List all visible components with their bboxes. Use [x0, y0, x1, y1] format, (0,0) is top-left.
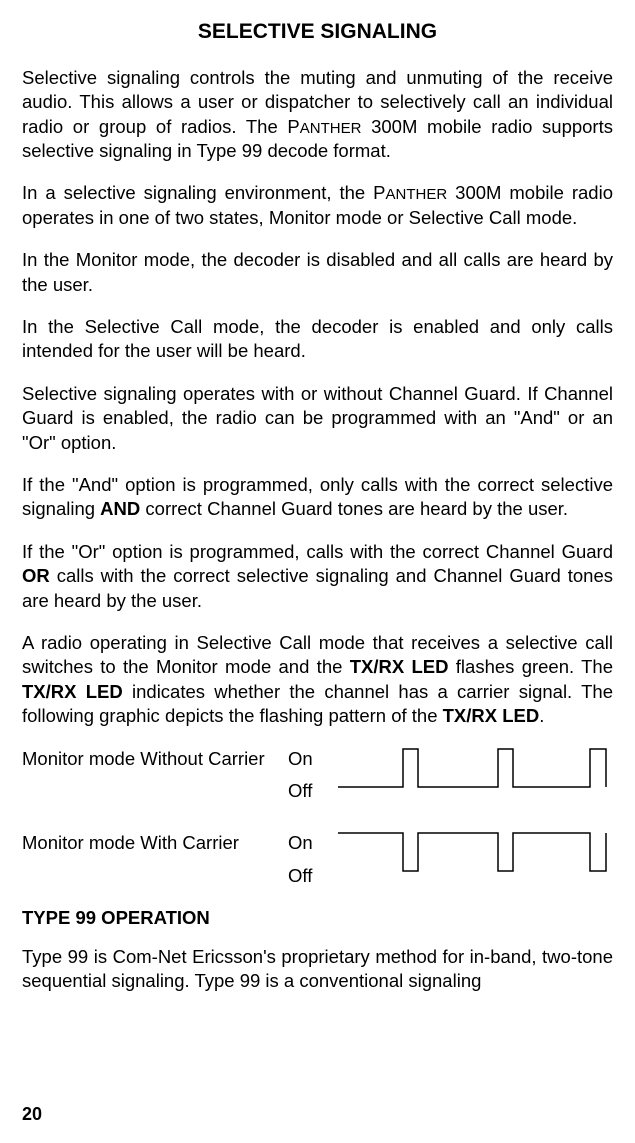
- paragraph-4: In the Selective Call mode, the decoder …: [22, 315, 613, 364]
- paragraph-6: If the "And" option is programmed, only …: [22, 473, 613, 522]
- page-number: 20: [22, 1103, 42, 1127]
- diagram-2-on-label: On: [288, 831, 338, 855]
- waveform-without-carrier: [338, 747, 613, 803]
- diagram-2-label: Monitor mode With Carrier: [22, 831, 288, 855]
- paragraph-2-text-a: In a selective signaling environment, th…: [22, 182, 373, 203]
- paragraph-9: Type 99 is Com-Net Ericsson's proprietar…: [22, 945, 613, 994]
- paragraph-7: If the "Or" option is programmed, calls …: [22, 540, 613, 613]
- brand-panther-p-2: P: [373, 182, 385, 203]
- paragraph-8-bold-3: TX/RX LED: [443, 705, 540, 726]
- brand-panther-p: P: [287, 116, 299, 137]
- paragraph-7-bold: OR: [22, 565, 50, 586]
- paragraph-7-text-a: If the "Or" option is programmed, calls …: [22, 541, 613, 562]
- paragraph-8: A radio operating in Selective Call mode…: [22, 631, 613, 729]
- paragraph-2: In a selective signaling environment, th…: [22, 181, 613, 230]
- diagram-1-label: Monitor mode Without Carrier: [22, 747, 288, 771]
- heading-type-99-operation: TYPE 99 OPERATION: [22, 906, 613, 930]
- diagram-2-off-label: Off: [288, 864, 338, 888]
- paragraph-8-text-d: .: [539, 705, 544, 726]
- paragraph-8-text-b: flashes green. The: [448, 656, 613, 677]
- led-timing-diagram: Monitor mode Without Carrier On Off Moni…: [22, 747, 613, 889]
- paragraph-8-bold-1: TX/RX LED: [350, 656, 449, 677]
- paragraph-3: In the Monitor mode, the decoder is disa…: [22, 248, 613, 297]
- brand-panther-anther-2: ANTHER: [386, 186, 448, 203]
- paragraph-1: Selective signaling controls the muting …: [22, 66, 613, 164]
- paragraph-5: Selective signaling operates with or wit…: [22, 382, 613, 455]
- heading-selective-signaling: SELECTIVE SIGNALING: [22, 18, 613, 46]
- paragraph-8-bold-2: TX/RX LED: [22, 681, 123, 702]
- diagram-1-off-label: Off: [288, 779, 338, 803]
- paragraph-6-bold: AND: [100, 498, 140, 519]
- diagram-1-on-label: On: [288, 747, 338, 771]
- paragraph-7-text-c: calls with the correct selective signali…: [22, 565, 613, 610]
- paragraph-6-text-c: correct Channel Guard tones are heard by…: [140, 498, 568, 519]
- waveform-with-carrier: [338, 831, 613, 887]
- brand-panther-anther: ANTHER: [300, 120, 362, 137]
